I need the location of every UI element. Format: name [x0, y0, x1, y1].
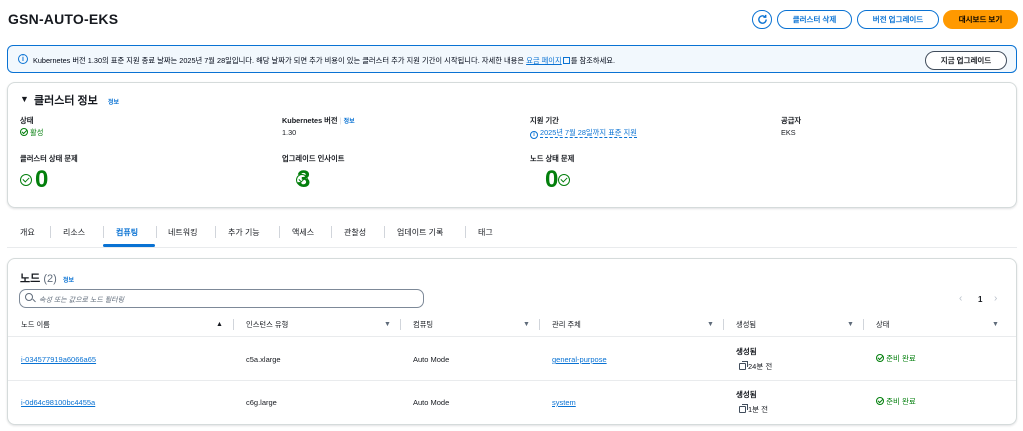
cluster-health-value[interactable]: 0: [35, 166, 48, 194]
node-status: 준비 완료: [876, 396, 916, 407]
node-health-label: 노드 상태 문제: [530, 154, 575, 163]
cluster-info-panel: [7, 82, 1017, 208]
collapse-caret-icon[interactable]: ▼: [20, 94, 29, 104]
created-value: 1분 전: [739, 404, 768, 415]
created-label: 생성됨: [736, 390, 757, 399]
col-instance-type[interactable]: 인스턴스 유형: [246, 320, 288, 330]
active-tab-indicator: [103, 244, 155, 247]
node-health-value[interactable]: 0: [545, 166, 558, 194]
tabs-divider: [7, 247, 1017, 248]
status-text: 준비 완료: [886, 354, 916, 363]
col-node-name[interactable]: 노드 이름: [21, 320, 50, 330]
search-placeholder: 속성 또는 값으로 노드 필터링: [39, 297, 125, 304]
tab-update-history[interactable]: 업데이트 기록: [397, 227, 443, 238]
banner-text-after: 를 참조하세요.: [570, 56, 616, 65]
sort-caret-icon[interactable]: ▼: [523, 321, 530, 328]
nodes-panel: [7, 258, 1017, 425]
sort-caret-icon[interactable]: ▼: [847, 321, 854, 328]
provider-value: EKS: [781, 128, 796, 137]
provider-label: 공급자: [781, 116, 802, 125]
cluster-info-link[interactable]: 정보: [108, 97, 119, 106]
nodes-title-text: 노드: [20, 273, 41, 285]
status-text: 활성: [30, 128, 44, 137]
success-icon: [20, 174, 32, 186]
compute-type: Auto Mode: [413, 398, 450, 407]
cluster-health-label: 클러스터 상태 문제: [20, 154, 78, 163]
created-time: 24분 전: [748, 362, 773, 371]
upgrade-now-button[interactable]: 지금 업그레이드: [925, 51, 1007, 70]
tab-observability[interactable]: 관찰성: [344, 227, 366, 238]
success-icon: [876, 397, 884, 405]
info-icon: i: [530, 131, 538, 139]
copy-icon[interactable]: [739, 361, 748, 370]
upgrade-version-button[interactable]: 버전 업그레이드: [857, 10, 939, 29]
k8s-info-link[interactable]: 정보: [344, 119, 355, 125]
info-icon: i: [18, 54, 28, 64]
upgrade-insights-value[interactable]: 3: [297, 166, 310, 194]
nodes-info-link[interactable]: 정보: [63, 275, 74, 284]
copy-icon[interactable]: [739, 404, 748, 413]
nodes-title: 노드 (2): [20, 270, 57, 286]
tab-addons[interactable]: 추가 기능: [228, 227, 260, 238]
support-period-value[interactable]: i 2025년 7월 28일까지 표준 지원: [530, 128, 637, 139]
cluster-info-title: 클러스터 정보: [34, 95, 98, 107]
status-value: 활성: [20, 128, 43, 138]
col-created[interactable]: 생성됨: [736, 320, 756, 330]
col-managed-by[interactable]: 관리 주체: [552, 320, 581, 330]
banner-text: Kubernetes 버전 1.30의 표준 지원 종료 날짜는 2025년 7…: [33, 56, 615, 66]
k8s-version-label-text: Kubernetes 버전: [282, 116, 338, 125]
compute-type: Auto Mode: [413, 355, 450, 364]
sort-asc-icon[interactable]: ▲: [216, 321, 223, 328]
created-value: 24분 전: [739, 361, 772, 372]
managed-by-link[interactable]: general-purpose: [552, 355, 607, 364]
instance-type: c5a.xlarge: [246, 355, 281, 364]
banner-text-before: Kubernetes 버전 1.30의 표준 지원 종료 날짜는 2025년 7…: [33, 56, 527, 65]
success-icon: [20, 128, 28, 136]
created-time: 1분 전: [748, 405, 769, 414]
node-name-link[interactable]: i-0d64c98100bc4455a: [21, 398, 95, 407]
nodes-count: (2): [43, 273, 57, 285]
sort-caret-icon[interactable]: ▼: [707, 321, 714, 328]
support-period-label: 지원 기간: [530, 116, 559, 125]
page-title: GSN-AUTO-EKS: [8, 11, 119, 27]
managed-by-link[interactable]: system: [552, 398, 576, 407]
instance-type: c6g.large: [246, 398, 277, 407]
sort-caret-icon[interactable]: ▼: [992, 321, 999, 328]
external-link-icon: [562, 57, 570, 64]
status-label: 상태: [20, 116, 34, 125]
tab-tags[interactable]: 태그: [478, 227, 493, 238]
refresh-icon: [757, 14, 767, 24]
tab-networking[interactable]: 네트워킹: [168, 227, 197, 238]
support-period-text[interactable]: 2025년 7월 28일까지 표준 지원: [540, 128, 637, 138]
tab-resources[interactable]: 리소스: [63, 227, 85, 238]
view-dashboard-button[interactable]: 대시보드 보기: [943, 10, 1018, 29]
sort-caret-icon[interactable]: ▼: [384, 321, 391, 328]
search-icon: [25, 293, 33, 301]
success-icon: [876, 354, 884, 362]
created-label: 생성됨: [736, 347, 757, 356]
col-status[interactable]: 상태: [876, 320, 889, 330]
next-page-icon[interactable]: ›: [994, 293, 997, 304]
upgrade-insights-label: 업그레이드 인사이트: [282, 154, 345, 163]
tab-access[interactable]: 액세스: [292, 227, 314, 238]
pricing-page-link[interactable]: 요금 페이지: [526, 56, 562, 65]
prev-page-icon[interactable]: ‹: [959, 293, 962, 304]
node-status: 준비 완료: [876, 353, 916, 364]
refresh-button[interactable]: [752, 10, 772, 29]
k8s-version-label: Kubernetes 버전 | 정보: [282, 116, 355, 125]
status-text: 준비 완료: [886, 397, 916, 406]
delete-cluster-button[interactable]: 클러스터 삭제: [777, 10, 852, 29]
tab-overview[interactable]: 개요: [20, 227, 35, 238]
k8s-version-value: 1.30: [282, 128, 297, 137]
page-number[interactable]: 1: [978, 295, 982, 304]
col-compute[interactable]: 컴퓨팅: [413, 320, 433, 330]
node-name-link[interactable]: i-034577919a6066a65: [21, 355, 96, 364]
tab-compute[interactable]: 컴퓨팅: [116, 227, 138, 238]
